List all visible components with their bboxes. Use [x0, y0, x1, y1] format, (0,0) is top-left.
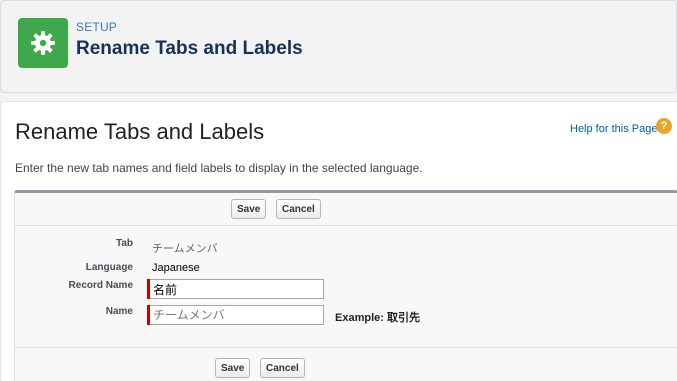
page-title: Rename Tabs and Labels — [15, 119, 265, 144]
save-button-bottom[interactable]: Save — [215, 358, 251, 378]
record-name-input[interactable] — [150, 279, 324, 299]
language-label: Language — [85, 262, 133, 273]
name-required-indicator — [147, 305, 324, 325]
gear-icon — [31, 31, 55, 55]
name-label: Name — [105, 306, 133, 317]
help-icon[interactable]: ? — [656, 118, 672, 134]
language-value: Japanese — [152, 262, 200, 274]
header-title: Rename Tabs and Labels — [76, 38, 303, 59]
breadcrumb-setup[interactable]: SETUP — [76, 20, 117, 34]
cancel-button-bottom[interactable]: Cancel — [260, 358, 305, 378]
bottom-button-row: Save Cancel — [15, 347, 677, 381]
name-input[interactable] — [150, 305, 324, 325]
help-link[interactable]: Help for this Page — [570, 123, 657, 135]
setup-icon-tile — [18, 18, 68, 68]
save-button-top[interactable]: Save — [231, 199, 267, 219]
page-header: SETUP Rename Tabs and Labels — [0, 0, 677, 93]
top-button-row: Save Cancel — [15, 193, 677, 226]
name-example-hint: Example: 取引先 — [335, 312, 420, 324]
intro-text: Enter the new tab names and field labels… — [15, 161, 423, 175]
tab-label: Tab — [115, 238, 133, 249]
record-name-label: Record Name — [68, 280, 133, 291]
rename-form: Save Cancel Tab チームメンバ Language Japanese… — [14, 190, 677, 381]
tab-value: チームメンバ — [152, 243, 218, 255]
cancel-button-top[interactable]: Cancel — [276, 199, 321, 219]
record-name-required-indicator — [147, 279, 324, 299]
main-content: Rename Tabs and Labels Help for this Pag… — [0, 101, 677, 381]
